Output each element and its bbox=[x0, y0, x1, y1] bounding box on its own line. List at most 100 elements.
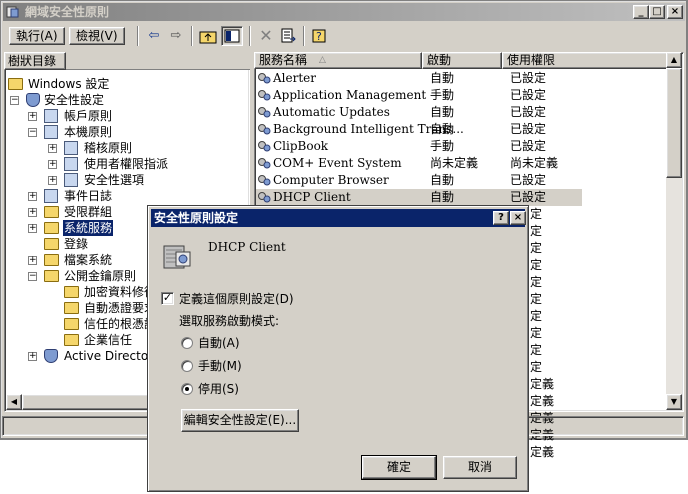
up-folder-icon[interactable] bbox=[197, 26, 219, 46]
list-scrollbar-vertical[interactable]: ▲ ▼ bbox=[666, 52, 682, 410]
column-header-service-name[interactable]: 服務名稱 △ bbox=[254, 52, 422, 69]
service-permission: 已設定 bbox=[510, 88, 547, 102]
expand-icon[interactable]: + bbox=[28, 224, 37, 233]
radio-disabled-label[interactable]: 停用(S) bbox=[198, 380, 239, 397]
menu-toolbar: 執行(A) 檢視(V) ⇦ ⇨ ✕ ? bbox=[3, 23, 685, 49]
service-startup: 自動 bbox=[430, 173, 455, 187]
service-name: DHCP Client bbox=[273, 190, 351, 204]
service-permission-fragment: 定 bbox=[530, 360, 543, 374]
column-header-permission[interactable]: 使用權限 bbox=[502, 52, 668, 69]
service-name: Automatic Updates bbox=[273, 105, 390, 119]
scroll-up-icon[interactable]: ▲ bbox=[666, 52, 682, 68]
expand-icon[interactable]: + bbox=[28, 208, 37, 217]
radio-manual[interactable] bbox=[181, 360, 193, 372]
dialog-title: 安全性原則設定 bbox=[154, 211, 239, 225]
expand-icon[interactable]: + bbox=[28, 192, 37, 201]
window-title: 網域安全性原則 bbox=[25, 5, 110, 19]
service-icon bbox=[258, 175, 271, 186]
expand-icon[interactable]: + bbox=[28, 352, 37, 361]
folder-icon bbox=[64, 334, 79, 346]
service-row[interactable]: Application Management 手動 已設定 bbox=[256, 87, 664, 104]
scroll-thumb[interactable] bbox=[22, 394, 152, 410]
menu-view[interactable]: 檢視(V) bbox=[69, 27, 125, 45]
collapse-icon[interactable]: − bbox=[28, 272, 37, 281]
service-permission-fragment: 定義 bbox=[530, 445, 555, 459]
help-button[interactable]: ? bbox=[493, 211, 509, 225]
svg-text:?: ? bbox=[316, 30, 322, 43]
service-name: Alerter bbox=[273, 71, 317, 85]
scroll-left-icon[interactable]: ◀ bbox=[6, 394, 22, 410]
service-icon bbox=[258, 192, 271, 203]
close-button[interactable]: × bbox=[667, 5, 683, 19]
service-startup: 自動 bbox=[430, 71, 455, 85]
scroll-thumb[interactable] bbox=[666, 68, 682, 178]
define-policy-label[interactable]: 定義這個原則設定(D) bbox=[179, 290, 294, 307]
service-icon bbox=[258, 90, 271, 101]
dialog-title-bar[interactable]: 安全性原則設定 ? × bbox=[151, 209, 526, 227]
service-row[interactable]: ClipBook 手動 已設定 bbox=[256, 138, 664, 155]
service-permission: 已設定 bbox=[510, 173, 547, 187]
service-row[interactable]: Computer Browser 自動 已設定 bbox=[256, 172, 664, 189]
maximize-button[interactable]: □ bbox=[649, 5, 665, 19]
toolbar-separator bbox=[137, 26, 139, 46]
toolbar-separator bbox=[303, 26, 305, 46]
service-icon bbox=[258, 124, 271, 135]
service-row[interactable]: Alerter 自動 已設定 bbox=[256, 70, 664, 87]
service-permission: 已設定 bbox=[510, 190, 547, 204]
minimize-button[interactable]: _ bbox=[633, 5, 649, 19]
service-row[interactable]: Automatic Updates 自動 已設定 bbox=[256, 104, 664, 121]
folder-icon bbox=[44, 270, 59, 282]
folder-icon bbox=[44, 206, 59, 218]
service-row[interactable]: Background Intelligent Trans... 自動 已設定 bbox=[256, 121, 664, 138]
dialog-service-name: DHCP Client bbox=[208, 240, 286, 254]
service-permission-fragment: 定 bbox=[530, 343, 543, 357]
help-icon[interactable]: ? bbox=[309, 26, 331, 46]
service-icon bbox=[258, 158, 271, 169]
expand-icon[interactable]: + bbox=[48, 160, 57, 169]
column-header-startup[interactable]: 啟動 bbox=[422, 52, 502, 69]
menu-action[interactable]: 執行(A) bbox=[9, 27, 65, 45]
radio-automatic[interactable] bbox=[181, 337, 193, 349]
service-name: Application Management bbox=[273, 88, 427, 102]
service-icon bbox=[258, 107, 271, 118]
expand-icon[interactable]: + bbox=[48, 144, 57, 153]
service-permission-fragment: 定義 bbox=[530, 377, 555, 391]
expand-icon[interactable]: + bbox=[48, 176, 57, 185]
expand-icon[interactable]: + bbox=[28, 256, 37, 265]
service-name: Computer Browser bbox=[273, 173, 389, 187]
edit-security-button[interactable]: 編輯安全性設定(E)... bbox=[181, 409, 299, 432]
dialog-close-button[interactable]: × bbox=[510, 211, 526, 225]
service-permission-fragment: 定 bbox=[530, 258, 543, 272]
export-list-icon[interactable] bbox=[277, 26, 299, 46]
show-hide-tree-icon[interactable] bbox=[221, 26, 243, 46]
back-icon[interactable]: ⇦ bbox=[143, 26, 165, 46]
toolbar-separator bbox=[191, 26, 193, 46]
folder-icon bbox=[44, 238, 59, 250]
service-permission-fragment: 定 bbox=[530, 207, 543, 221]
folder-icon bbox=[44, 254, 59, 266]
service-row[interactable]: COM+ Event System 尚未定義 尚未定義 bbox=[256, 155, 664, 172]
scroll-down-icon[interactable]: ▼ bbox=[666, 394, 682, 410]
folder-icon bbox=[44, 222, 59, 234]
radio-manual-label[interactable]: 手動(M) bbox=[198, 357, 242, 374]
define-policy-checkbox[interactable]: ✓ bbox=[161, 292, 174, 305]
sort-ascending-icon: △ bbox=[319, 55, 326, 65]
radio-selected-dot bbox=[185, 387, 189, 391]
service-icon bbox=[258, 73, 271, 84]
forward-icon[interactable]: ⇨ bbox=[165, 26, 187, 46]
policy-icon bbox=[64, 173, 78, 187]
folder-icon bbox=[8, 78, 23, 90]
radio-automatic-label[interactable]: 自動(A) bbox=[198, 334, 240, 351]
collapse-icon[interactable]: − bbox=[28, 128, 37, 137]
ok-button[interactable]: 確定 bbox=[361, 455, 437, 480]
cancel-button[interactable]: 取消 bbox=[443, 456, 517, 479]
radio-disabled[interactable] bbox=[181, 383, 193, 395]
app-icon bbox=[6, 6, 19, 18]
delete-icon[interactable]: ✕ bbox=[255, 26, 277, 46]
tree-tab[interactable]: 樹狀目錄 bbox=[4, 52, 66, 70]
collapse-icon[interactable]: − bbox=[10, 96, 19, 105]
service-permission: 已設定 bbox=[510, 122, 547, 136]
service-row[interactable]: DHCP Client 自動 已設定 bbox=[256, 189, 582, 206]
main-title-bar[interactable]: 網域安全性原則 _ □ × bbox=[3, 3, 685, 21]
expand-icon[interactable]: + bbox=[28, 112, 37, 121]
